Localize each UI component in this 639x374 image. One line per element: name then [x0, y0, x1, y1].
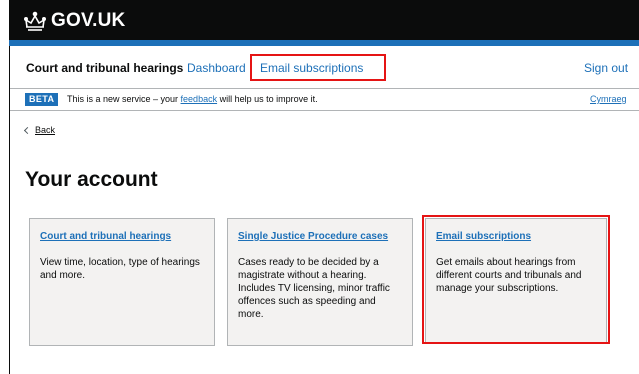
- beta-tag: BETA: [25, 93, 59, 106]
- beta-banner: BETA This is a new service – your feedba…: [10, 89, 639, 111]
- sign-out-link[interactable]: Sign out: [584, 61, 628, 75]
- card-title-link[interactable]: Single Justice Procedure cases: [238, 231, 402, 242]
- card-title-link[interactable]: Court and tribunal hearings: [40, 231, 204, 242]
- page-title: Your account: [25, 168, 158, 191]
- highlight-box-nav: [250, 54, 386, 81]
- card-single-justice-procedure: Single Justice Procedure cases Cases rea…: [227, 218, 413, 346]
- govuk-logo-link[interactable]: GOV.UK: [23, 9, 125, 33]
- service-name: Court and tribunal hearings: [26, 61, 184, 75]
- crown-icon: [23, 10, 47, 32]
- card-description: Cases ready to be decided by a magistrat…: [238, 257, 390, 320]
- govuk-header: GOV.UK: [9, 0, 639, 44]
- back-link-label: Back: [35, 125, 56, 135]
- feedback-link[interactable]: feedback: [181, 94, 218, 104]
- beta-text-before: This is a new service – your: [67, 94, 181, 104]
- cymraeg-link[interactable]: Cymraeg: [590, 94, 627, 104]
- chevron-left-icon: [23, 126, 32, 134]
- beta-text: This is a new service – your feedback wi…: [67, 94, 318, 104]
- card-court-tribunal-hearings: Court and tribunal hearings View time, l…: [29, 218, 215, 346]
- service-navigation: Court and tribunal hearings Dashboard Em…: [10, 46, 639, 89]
- highlight-box-card: [422, 215, 610, 344]
- nav-dashboard-link[interactable]: Dashboard: [187, 61, 246, 75]
- beta-text-after: will help us to improve it.: [217, 94, 318, 104]
- card-description: View time, location, type of hearings an…: [40, 257, 200, 281]
- govuk-logo-text: GOV.UK: [51, 10, 126, 31]
- back-link[interactable]: Back: [23, 125, 56, 135]
